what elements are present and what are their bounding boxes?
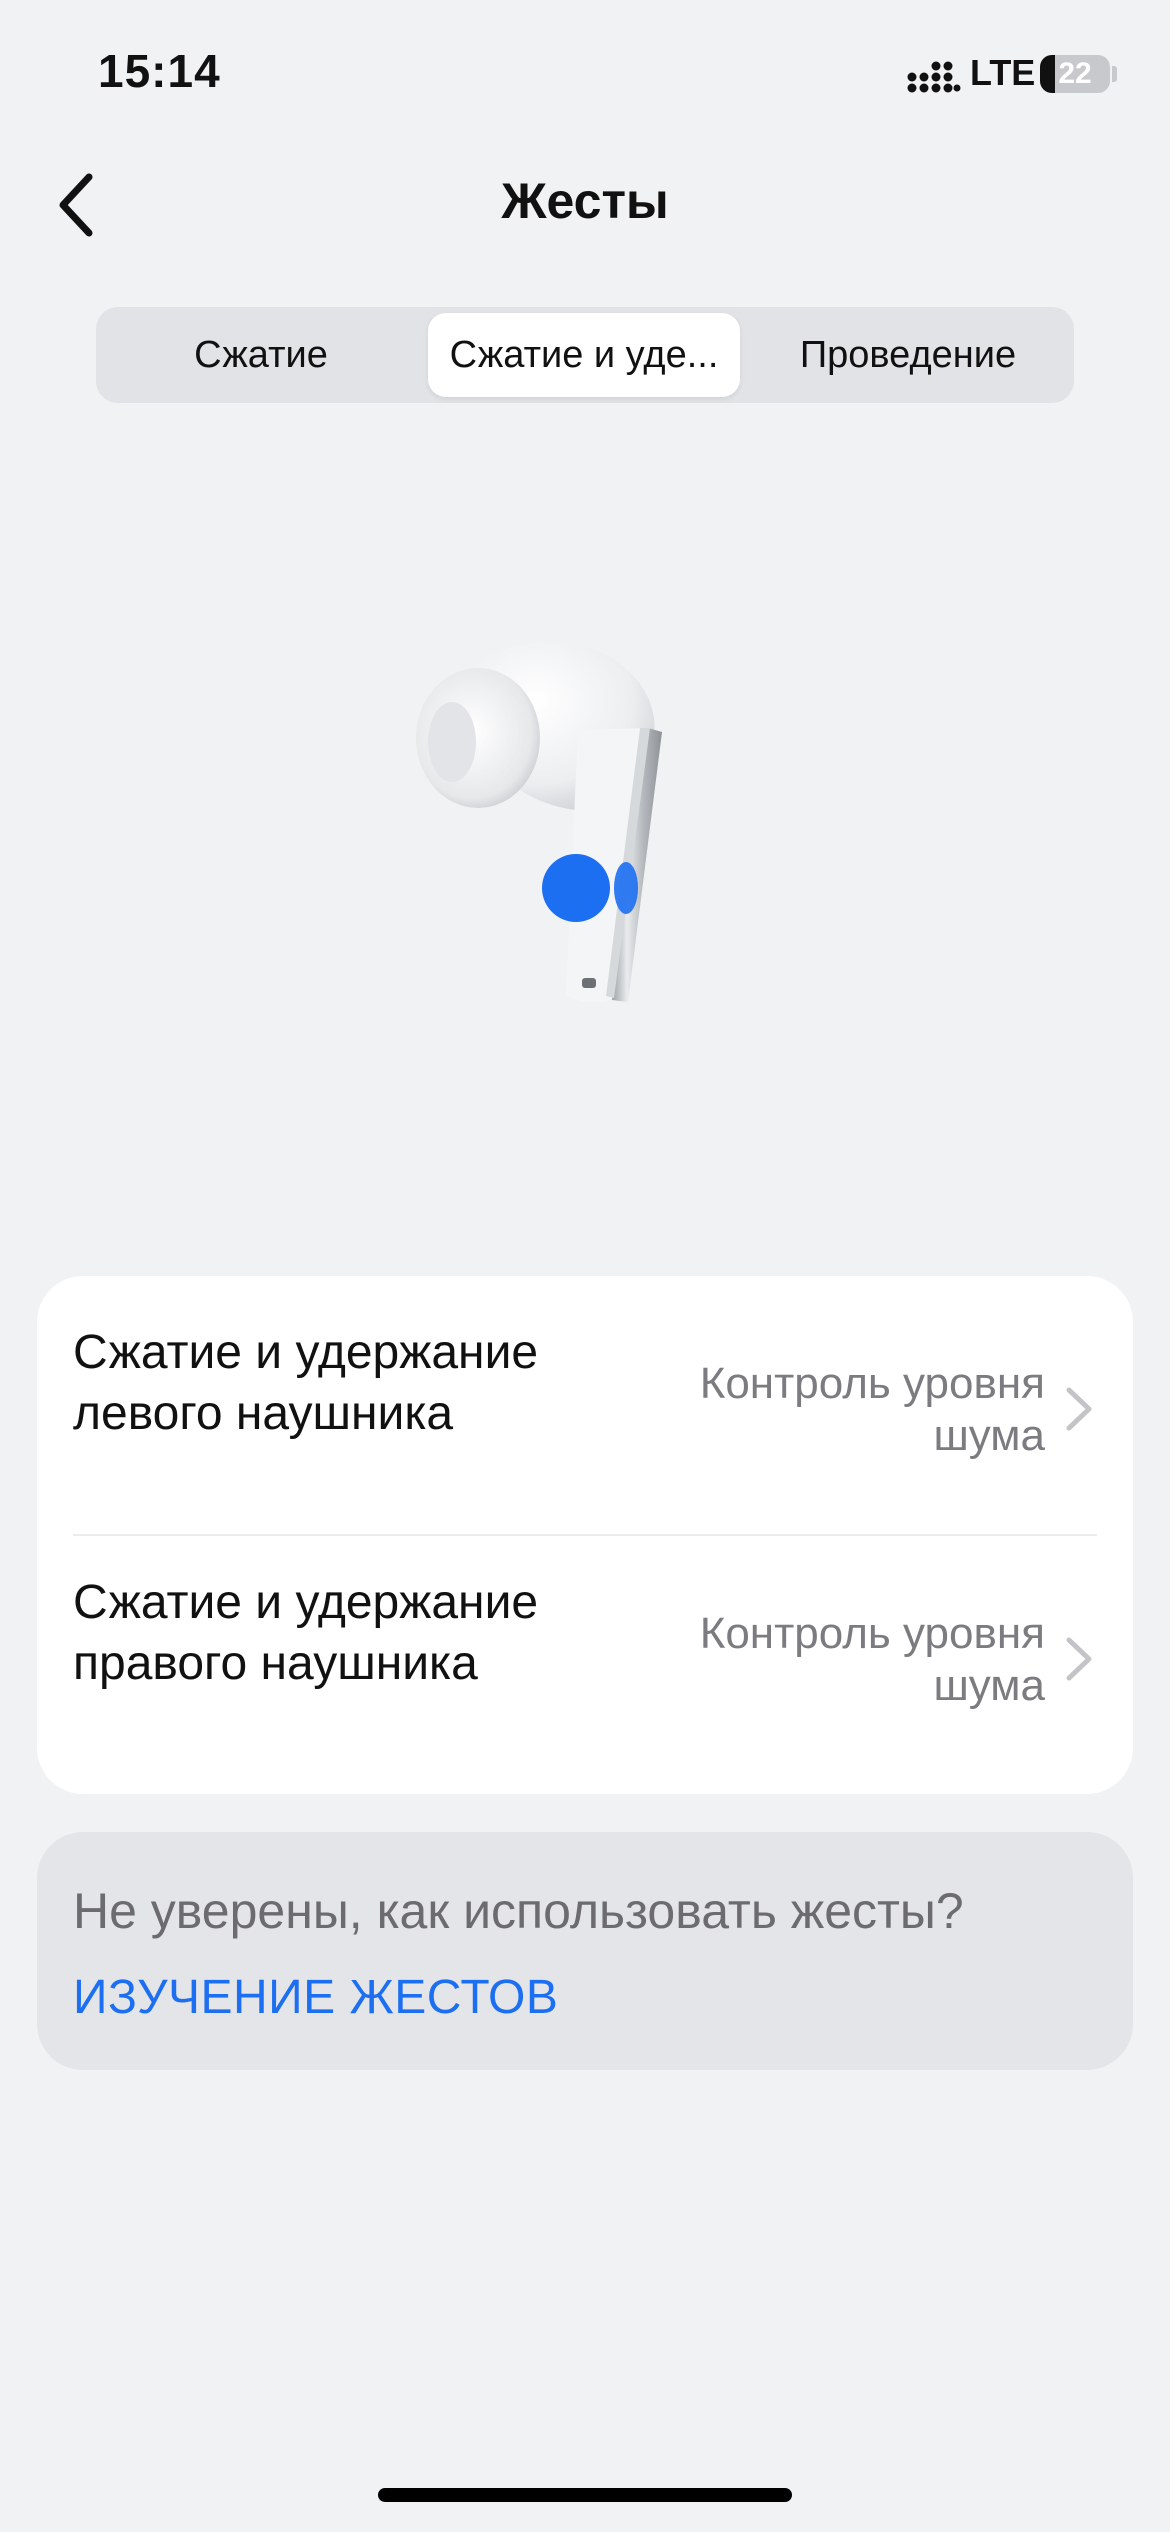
tab-squeeze-and-hold[interactable]: Сжатие и уде... (428, 313, 740, 397)
help-question: Не уверены, как использовать жесты? (73, 1883, 964, 1939)
gesture-help-card: Не уверены, как использовать жесты? ИЗУЧ… (37, 1832, 1133, 2070)
page-title: Жесты (501, 173, 669, 229)
left-earbud-setting-row[interactable]: Сжатие и удержание левого наушника Контр… (37, 1276, 1133, 1526)
battery-cap (1112, 66, 1117, 82)
status-bar: 15:14 LTE 22 (0, 0, 1170, 150)
battery-level: 22 (1058, 57, 1092, 90)
gesture-settings-card: Сжатие и удержание левого наушника Контр… (37, 1276, 1133, 1794)
chevron-right-icon (1066, 1637, 1092, 1681)
learn-gestures-link[interactable]: ИЗУЧЕНИЕ ЖЕСТОВ (73, 1970, 558, 2025)
status-time: 15:14 (98, 45, 221, 97)
gesture-tabs: Сжатие Сжатие и уде... Проведение (96, 307, 1074, 403)
battery-icon: 22 (1040, 55, 1110, 93)
row-value: Контроль уровня шума (699, 1359, 1045, 1460)
signal-strength-icon (907, 61, 961, 93)
row-value: Контроль уровня шума (699, 1609, 1045, 1710)
right-earbud-setting-row[interactable]: Сжатие и удержание правого наушника Конт… (37, 1534, 1133, 1784)
row-label: Сжатие и удержание правого наушника (73, 1576, 539, 1690)
network-type: LTE (970, 52, 1036, 93)
row-label: Сжатие и удержание левого наушника (73, 1326, 539, 1440)
tab-swipe[interactable]: Проведение (748, 313, 1068, 397)
home-indicator[interactable] (378, 2488, 792, 2502)
earbud-illustration (416, 641, 662, 1003)
chevron-right-icon (1066, 1387, 1092, 1431)
tab-squeeze[interactable]: Сжатие (102, 313, 420, 397)
